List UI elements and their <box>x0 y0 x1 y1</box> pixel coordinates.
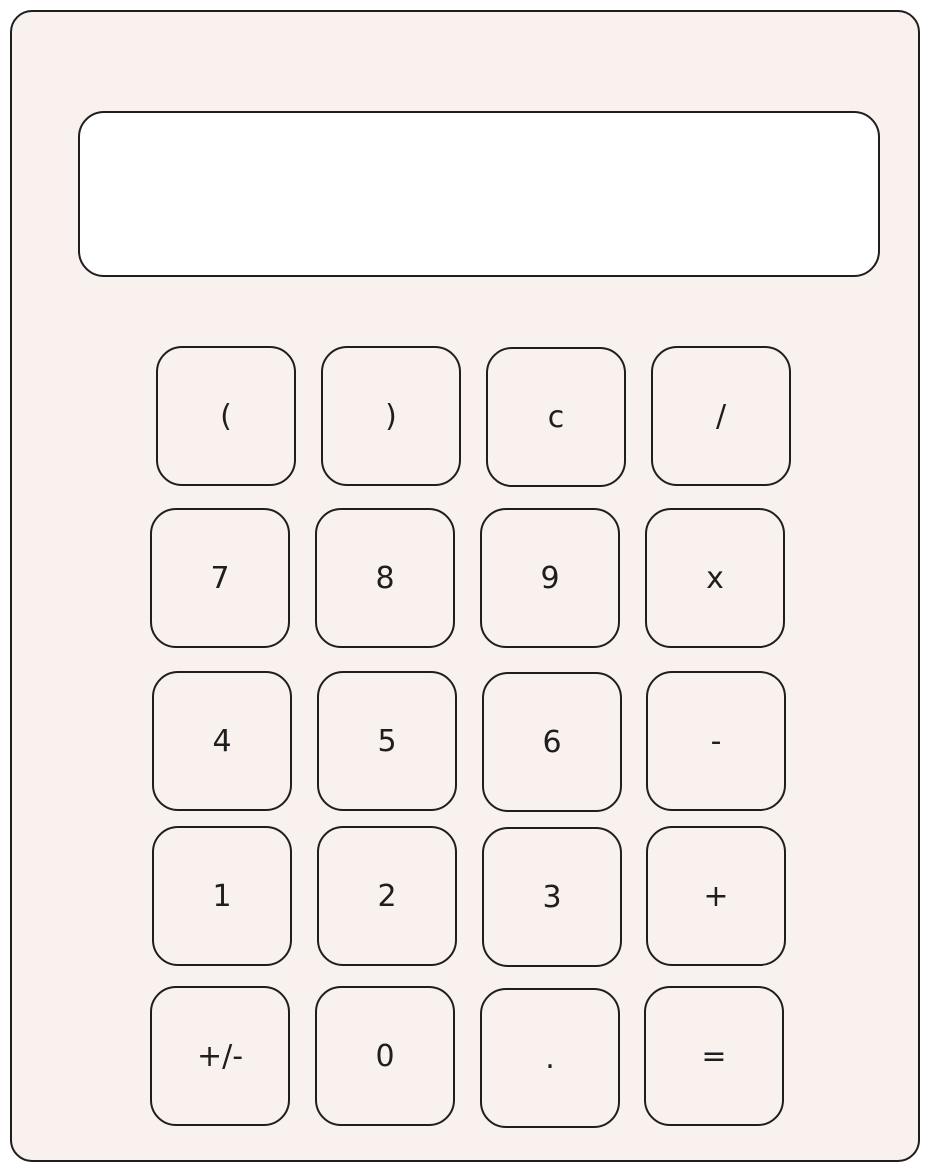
decimal-key[interactable]: . <box>480 988 620 1128</box>
five-key[interactable]: 5 <box>317 671 457 811</box>
zero-key[interactable]: 0 <box>315 986 455 1126</box>
two-key[interactable]: 2 <box>317 826 457 966</box>
equals-key[interactable]: = <box>644 986 784 1126</box>
divide-key[interactable]: / <box>651 346 791 486</box>
six-key[interactable]: 6 <box>482 672 622 812</box>
add-key[interactable]: + <box>646 826 786 966</box>
subtract-key[interactable]: - <box>646 671 786 811</box>
four-key[interactable]: 4 <box>152 671 292 811</box>
open-paren-key[interactable]: ( <box>156 346 296 486</box>
eight-key[interactable]: 8 <box>315 508 455 648</box>
calculator-body: ( ) c / 7 8 9 x 4 5 6 - 1 2 3 + +/- 0 . … <box>10 10 920 1162</box>
negate-key[interactable]: +/- <box>150 986 290 1126</box>
nine-key[interactable]: 9 <box>480 508 620 648</box>
multiply-key[interactable]: x <box>645 508 785 648</box>
clear-key[interactable]: c <box>486 347 626 487</box>
three-key[interactable]: 3 <box>482 827 622 967</box>
seven-key[interactable]: 7 <box>150 508 290 648</box>
calculator-display <box>78 111 880 277</box>
close-paren-key[interactable]: ) <box>321 346 461 486</box>
one-key[interactable]: 1 <box>152 826 292 966</box>
